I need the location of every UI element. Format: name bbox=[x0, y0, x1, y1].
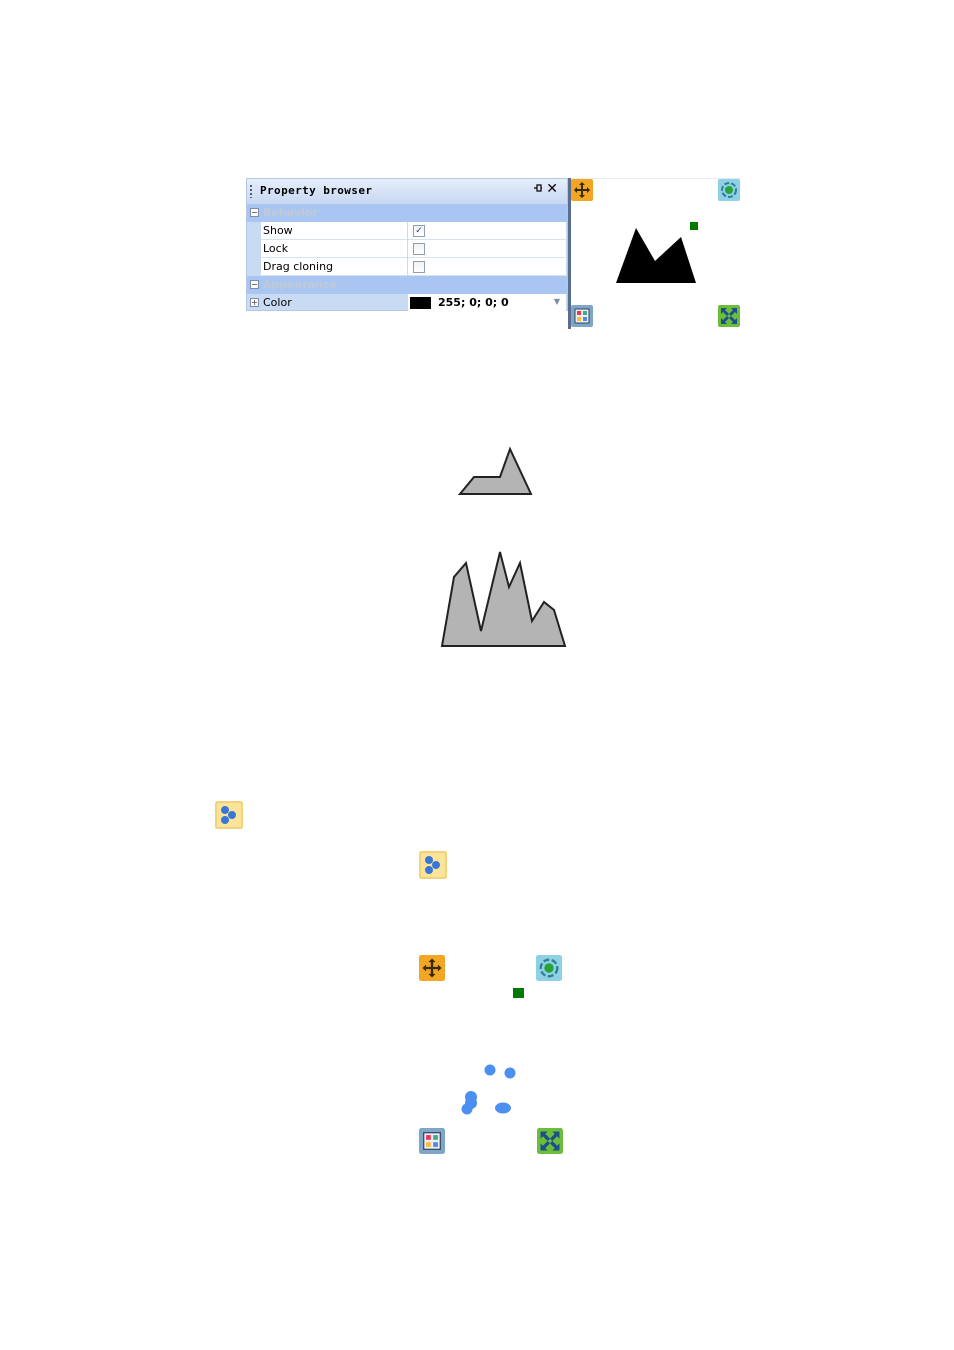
blue-dots-shape[interactable] bbox=[455, 1060, 525, 1122]
color-dropdown[interactable]: 255; 0; 0; 0 ▼ bbox=[408, 294, 566, 311]
expand-icon[interactable]: + bbox=[250, 298, 259, 307]
property-name-cell: Show bbox=[261, 222, 407, 240]
properties-icon[interactable] bbox=[571, 305, 593, 327]
rotate-icon[interactable] bbox=[536, 955, 562, 981]
category-appearance[interactable]: − Appearance bbox=[247, 276, 567, 294]
property-name: Lock bbox=[263, 242, 289, 255]
property-row-drag-cloning[interactable]: Drag cloning bbox=[247, 258, 567, 276]
resize-icon[interactable] bbox=[537, 1128, 563, 1154]
category-behavior[interactable]: − Behavior bbox=[247, 204, 567, 222]
show-checkbox[interactable]: ✓ bbox=[413, 225, 425, 237]
property-name-cell: Lock bbox=[261, 240, 407, 258]
property-row-color[interactable]: + Color 255; 0; 0; 0 ▼ bbox=[247, 294, 567, 312]
property-value-cell: ✓ bbox=[408, 222, 566, 240]
color-swatch bbox=[410, 297, 431, 309]
rotate-icon[interactable] bbox=[718, 179, 740, 201]
property-browser-title: Property browser bbox=[260, 184, 373, 197]
property-name: Drag cloning bbox=[263, 260, 334, 273]
property-row-show[interactable]: Show ✓ bbox=[247, 222, 567, 240]
black-peaks-shape[interactable] bbox=[610, 225, 700, 287]
close-icon[interactable]: ✕ bbox=[546, 181, 558, 197]
property-name: Color bbox=[263, 296, 292, 309]
small-gray-peak-shape bbox=[456, 446, 536, 498]
resize-icon[interactable] bbox=[718, 305, 740, 327]
grip-icon[interactable] bbox=[250, 185, 252, 198]
move-arrows-icon[interactable] bbox=[571, 179, 593, 201]
property-row-lock[interactable]: Lock bbox=[247, 240, 567, 258]
property-value-cell bbox=[408, 240, 566, 258]
collapse-icon[interactable]: − bbox=[250, 208, 259, 217]
property-browser-panel: Property browser ✕ − Behavior Show ✓ Loc… bbox=[246, 178, 568, 311]
dropdown-arrow-icon[interactable]: ▼ bbox=[554, 297, 560, 306]
collapse-icon[interactable]: − bbox=[250, 280, 259, 289]
blue-dots-icon[interactable] bbox=[419, 851, 447, 879]
blue-dots-icon[interactable] bbox=[215, 801, 243, 829]
lock-checkbox[interactable] bbox=[413, 243, 425, 255]
pin-icon[interactable] bbox=[533, 183, 543, 196]
properties-icon[interactable] bbox=[419, 1128, 445, 1154]
category-label: Behavior bbox=[263, 206, 319, 219]
property-name-cell: Drag cloning bbox=[261, 258, 407, 276]
large-gray-peaks-shape bbox=[438, 547, 570, 651]
canvas-top-border bbox=[571, 178, 741, 179]
property-name: Show bbox=[263, 224, 293, 237]
property-value-cell bbox=[408, 258, 566, 276]
rotation-handle[interactable] bbox=[513, 988, 524, 998]
category-label: Appearance bbox=[263, 278, 337, 291]
drag-cloning-checkbox[interactable] bbox=[413, 261, 425, 273]
property-browser-titlebar[interactable]: Property browser ✕ bbox=[247, 179, 567, 203]
color-value: 255; 0; 0; 0 bbox=[438, 296, 509, 309]
move-arrows-icon[interactable] bbox=[419, 955, 445, 981]
